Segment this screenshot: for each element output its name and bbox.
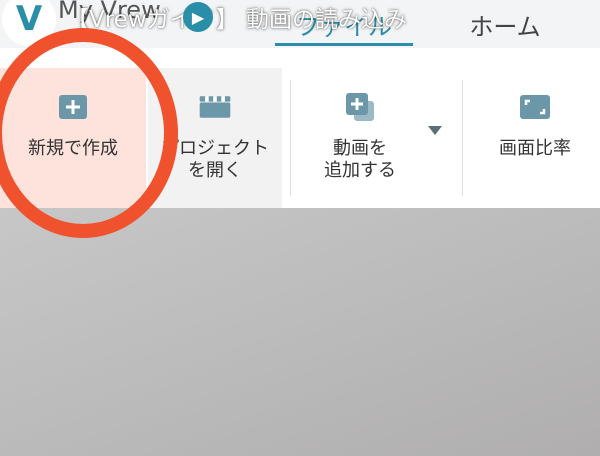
tab-home[interactable]: ホーム (430, 0, 580, 48)
clapperboard-icon (197, 92, 233, 122)
add-video-label: 動画を 追加する (324, 138, 396, 181)
vrew-logo[interactable]: V (2, 0, 56, 46)
aspect-ratio-icon (517, 92, 553, 122)
new-file-icon (55, 92, 91, 122)
video-overlay-title: 【Vrewガイド】 動画の読み込み (66, 7, 407, 33)
aspect-ratio-button[interactable]: 画面比率 (470, 68, 600, 208)
aspect-ratio-label: 画面比率 (499, 138, 571, 159)
logo-letter: V (15, 0, 43, 39)
new-project-label: 新規で作成 (28, 138, 118, 159)
new-project-button[interactable]: 新規で作成 (0, 68, 146, 208)
play-icon: ▶ (183, 2, 213, 32)
file-toolbar: 新規で作成 プロジェクト を開く 動画を 追加する 画面比率 (0, 48, 600, 208)
open-project-button[interactable]: プロジェクト を開く (148, 68, 282, 208)
top-bar: V My Vrew 【Vrewガイド】 動画の読み込み ▶ ファイル ホーム (0, 0, 600, 48)
add-video-button[interactable]: 動画を 追加する (295, 68, 425, 208)
empty-workspace (0, 208, 600, 456)
chevron-down-icon[interactable] (426, 124, 444, 136)
add-video-icon (342, 92, 378, 122)
toolbar-divider (462, 80, 463, 196)
open-project-label: プロジェクト を開く (161, 138, 269, 181)
toolbar-divider (290, 80, 291, 196)
